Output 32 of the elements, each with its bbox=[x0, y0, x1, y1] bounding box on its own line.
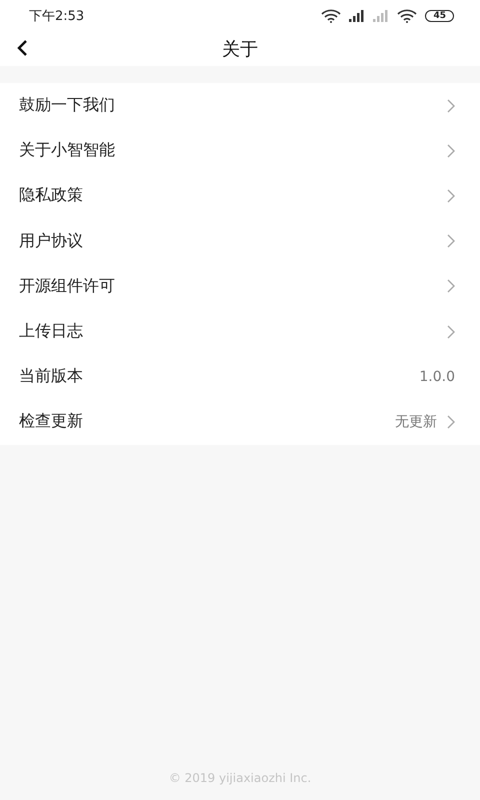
chevron-right-icon bbox=[447, 188, 455, 203]
menu-item-label: 当前版本 bbox=[19, 366, 84, 388]
menu-item-label: 检查更新 bbox=[19, 411, 84, 432]
chevron-right-icon bbox=[447, 414, 455, 429]
chevron-right-icon bbox=[447, 234, 455, 248]
menu-item-label: 关于小智智能 bbox=[19, 140, 116, 162]
menu-item-label: 鼓励一下我们 bbox=[19, 95, 116, 116]
signal-icon bbox=[373, 10, 390, 22]
menu-item[interactable]: 开源组件许可 bbox=[0, 264, 480, 309]
menu-item-label: 上传日志 bbox=[19, 321, 84, 342]
wifi-icon bbox=[321, 9, 342, 23]
menu-item-label: 开源组件许可 bbox=[19, 276, 116, 297]
chevron-right-icon bbox=[447, 98, 455, 113]
chevron-right-icon bbox=[447, 279, 455, 294]
menu-item-value: 无更新 bbox=[395, 412, 437, 431]
menu-item[interactable]: 上传日志 bbox=[0, 308, 480, 354]
chevron-right-icon bbox=[447, 324, 455, 339]
menu-item[interactable]: 检查更新 无更新 bbox=[0, 399, 480, 444]
page-title: 关于 bbox=[222, 38, 258, 61]
back-icon bbox=[16, 39, 28, 57]
menu-item[interactable]: 关于小智智能 bbox=[0, 128, 480, 174]
menu-item[interactable]: 鼓励一下我们 bbox=[0, 83, 480, 128]
wifi-icon bbox=[397, 9, 418, 23]
menu-item-label: 隐私政策 bbox=[19, 185, 84, 206]
status-time: 下午2:53 bbox=[29, 8, 84, 25]
signal-icon bbox=[349, 10, 366, 22]
chevron-right-icon bbox=[447, 144, 455, 158]
battery-level: 45 bbox=[425, 10, 454, 22]
menu-item-label: 用户协议 bbox=[19, 230, 84, 252]
menu-item-value: 1.0.0 bbox=[419, 368, 455, 385]
menu-item[interactable]: 用户协议 bbox=[0, 218, 480, 264]
menu-item[interactable]: 隐私政策 bbox=[0, 173, 480, 219]
